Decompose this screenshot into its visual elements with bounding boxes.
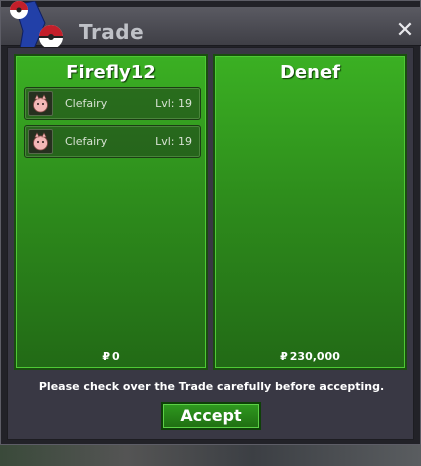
- right-player-name: Denef: [279, 62, 340, 83]
- left-money: ₽0: [16, 350, 206, 363]
- confirmation-message: Please check over the Trade carefully be…: [38, 380, 385, 393]
- pokemon-level: Lvl: 19: [155, 97, 192, 110]
- currency-icon: ₽: [102, 350, 110, 363]
- left-player-name: Firefly12: [66, 62, 156, 83]
- pokemon-name: Clefairy: [65, 97, 108, 110]
- close-button[interactable]: ✕: [395, 20, 415, 42]
- accept-button[interactable]: Accept: [161, 402, 261, 430]
- right-money-value: 230,000: [289, 350, 340, 363]
- right-trade-panel: Denef ₽230,000: [213, 54, 407, 370]
- currency-icon: ₽: [280, 350, 288, 363]
- pokemon-level: Lvl: 19: [155, 135, 192, 148]
- pokemon-name: Clefairy: [65, 135, 108, 148]
- trade-window: Trade ✕ Firefly12 Clefairy Lvl: 19 Clefa…: [0, 0, 421, 445]
- clefairy-icon: [28, 129, 53, 154]
- clefairy-icon: [28, 91, 53, 116]
- left-money-value: 0: [112, 350, 120, 363]
- window-title: Trade: [79, 20, 145, 44]
- trade-item[interactable]: Clefairy Lvl: 19: [24, 87, 201, 120]
- left-trade-panel: Firefly12 Clefairy Lvl: 19 Clefairy Lvl:…: [14, 54, 208, 370]
- background-strip: [0, 442, 421, 466]
- trade-item[interactable]: Clefairy Lvl: 19: [24, 125, 201, 158]
- right-money: ₽230,000: [215, 350, 405, 363]
